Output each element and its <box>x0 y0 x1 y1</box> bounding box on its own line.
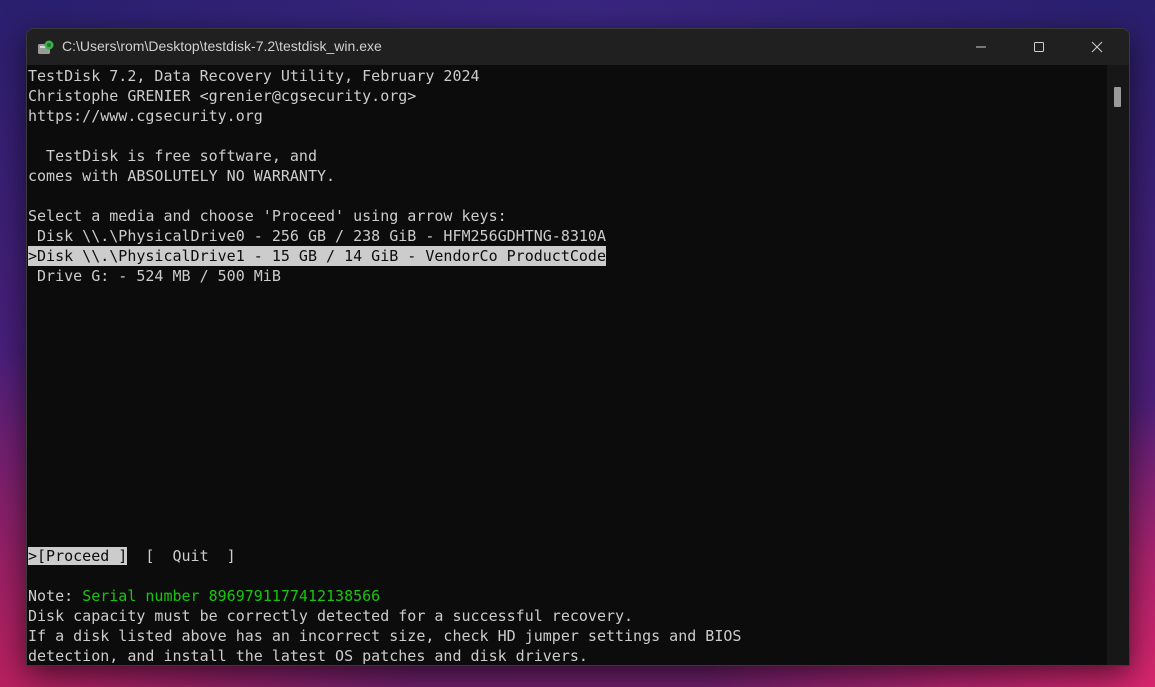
media-item-drive-g[interactable]: Drive G: - 524 MB / 500 MiB <box>28 266 281 286</box>
terminal-window: C:\Users\rom\Desktop\testdisk-7.2\testdi… <box>26 28 1130 666</box>
quit-bracket: ] <box>208 547 236 565</box>
note-label: Note: <box>28 587 83 605</box>
license-line-2: comes with ABSOLUTELY NO WARRANTY. <box>28 167 336 185</box>
media-prompt: Select a media and choose 'Proceed' usin… <box>28 207 507 225</box>
minimize-icon <box>975 38 987 57</box>
note-line-3: detection, and install the latest OS pat… <box>28 647 588 665</box>
title-bar[interactable]: C:\Users\rom\Desktop\testdisk-7.2\testdi… <box>27 29 1129 65</box>
serial-number: Serial number 8969791177412138566 <box>82 587 381 605</box>
testdisk-app-icon <box>37 39 55 57</box>
close-button[interactable] <box>1068 29 1126 65</box>
vertical-scrollbar[interactable] <box>1107 65 1129 665</box>
proceed-button[interactable]: >[Proceed ] <box>28 547 128 565</box>
header-line-website: https://www.cgsecurity.org <box>28 107 263 125</box>
license-line-1: TestDisk is free software, and <box>28 147 317 165</box>
action-separator: [ <box>127 547 173 565</box>
media-item-physicaldrive0[interactable]: Disk \\.\PhysicalDrive0 - 256 GB / 238 G… <box>28 226 606 246</box>
window-title: C:\Users\rom\Desktop\testdisk-7.2\testdi… <box>62 38 382 54</box>
maximize-button[interactable] <box>1010 29 1068 65</box>
note-serial-line: Note: Serial number 8969791177412138566 <box>28 586 380 606</box>
console-area[interactable]: TestDisk 7.2, Data Recovery Utility, Feb… <box>27 65 1107 665</box>
quit-button[interactable]: Quit <box>173 547 209 565</box>
header-line-author: Christophe GRENIER <grenier@cgsecurity.o… <box>28 87 417 105</box>
media-item-physicaldrive1-selected[interactable]: >Disk \\.\PhysicalDrive1 - 15 GB / 14 Gi… <box>28 246 606 266</box>
scrollbar-thumb[interactable] <box>1114 87 1121 107</box>
note-line-1: Disk capacity must be correctly detected… <box>28 607 634 625</box>
action-menu: >[Proceed ] [ Quit ] <box>28 546 236 566</box>
close-icon <box>1091 38 1103 57</box>
header-line-product: TestDisk 7.2, Data Recovery Utility, Feb… <box>28 67 480 85</box>
minimize-button[interactable] <box>952 29 1010 65</box>
maximize-icon <box>1033 38 1045 57</box>
note-line-2: If a disk listed above has an incorrect … <box>28 627 742 645</box>
